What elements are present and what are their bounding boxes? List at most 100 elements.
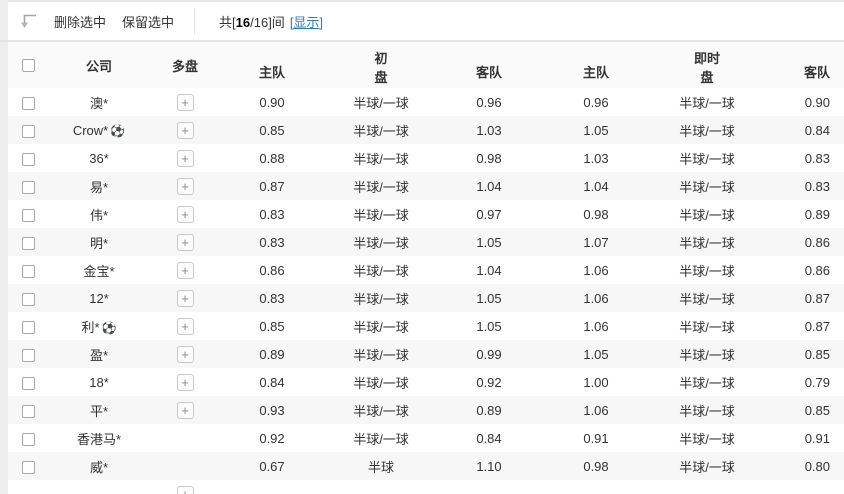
initial-handicap: 半球/一球 [324, 424, 438, 452]
live-home-odds: 1.06 [540, 312, 652, 340]
count-shown: 16 [236, 15, 250, 30]
company-name: 金宝* [83, 264, 114, 279]
initial-away-odds: 1.04 [438, 172, 540, 200]
row-checkbox[interactable] [22, 405, 35, 418]
row-checkbox[interactable] [22, 237, 35, 250]
table-row: 易* + 0.87 半球/一球 1.04 1.04 半球/一球 0.83 [8, 172, 844, 200]
live-home-odds: 1.06 [540, 396, 652, 424]
table-row: 平* + 0.93 半球/一球 0.89 1.06 半球/一球 0.85 [8, 396, 844, 424]
show-link[interactable]: [显示] [290, 15, 323, 30]
initial-home-odds: 0.86 [220, 256, 324, 284]
initial-home-odds: 0.67 [220, 452, 324, 480]
initial-away-odds: 1.05 [438, 228, 540, 256]
row-checkbox[interactable] [22, 293, 35, 306]
initial-away-odds: 0.92 [438, 368, 540, 396]
live-home-odds: 1.05 [540, 340, 652, 368]
initial-handicap: 半球/一球 [324, 396, 438, 424]
company-name: 18* [89, 375, 109, 390]
keep-selected-button[interactable]: 保留选中 [122, 12, 174, 31]
expand-button[interactable]: + [177, 150, 194, 167]
expand-button[interactable]: + [177, 206, 194, 223]
company-cell: 盈* [48, 340, 150, 368]
initial-home-odds: 0.90 [220, 88, 324, 116]
initial-away-odds: 1.05 [438, 284, 540, 312]
expand-button[interactable]: + [177, 178, 194, 195]
initial-away-odds: 1.05 [438, 312, 540, 340]
live-handicap: 半球/一球 [652, 424, 762, 452]
row-checkbox[interactable] [22, 209, 35, 222]
live-away-odds: 0.84 [762, 116, 844, 144]
company-name: 12* [89, 291, 109, 306]
company-name: 伟* [90, 208, 108, 223]
row-checkbox[interactable] [22, 265, 35, 278]
expand-button[interactable]: + [177, 262, 194, 279]
live-away-odds [762, 480, 844, 494]
row-checkbox[interactable] [22, 433, 35, 446]
row-checkbox[interactable] [22, 377, 35, 390]
multi-odds-header: 多盘 [172, 56, 198, 75]
initial-away-odds: 0.98 [438, 144, 540, 172]
live-handicap: 半球/一球 [652, 340, 762, 368]
company-cell: 威* [48, 452, 150, 480]
live-handicap: 半球/一球 [652, 452, 762, 480]
expand-button[interactable]: + [177, 346, 194, 363]
odds-table-body: 澳* + 0.90 半球/一球 0.96 0.96 半球/一球 0.90 Cro… [8, 88, 844, 494]
company-name: 易* [90, 180, 108, 195]
live-home-odds [540, 480, 652, 494]
expand-button[interactable]: + [177, 374, 194, 391]
live-home-odds: 0.91 [540, 424, 652, 452]
live-away-odds: 0.91 [762, 424, 844, 452]
selection-toolbar: 删除选中 保留选中 共[16/16]间 [显示] [8, 2, 844, 40]
expand-button[interactable]: + [177, 290, 194, 307]
company-cell [48, 480, 150, 494]
count-rest: /16]间 [250, 15, 285, 30]
initial-home-odds [220, 480, 324, 494]
initial-home-odds: 0.83 [220, 228, 324, 256]
initial-handicap: 半球/一球 [324, 228, 438, 256]
row-checkbox[interactable] [22, 153, 35, 166]
row-checkbox[interactable] [22, 461, 35, 474]
live-away-odds: 0.87 [762, 284, 844, 312]
initial-handicap: 半球/一球 [324, 256, 438, 284]
live-home-odds: 0.98 [540, 200, 652, 228]
table-row: 18* + 0.84 半球/一球 0.92 1.00 半球/一球 0.79 [8, 368, 844, 396]
initial-home-odds: 0.85 [220, 312, 324, 340]
expand-button[interactable]: + [177, 318, 194, 335]
live-away-odds: 0.89 [762, 200, 844, 228]
expand-button[interactable]: + [177, 234, 194, 251]
live-home-odds: 1.07 [540, 228, 652, 256]
row-checkbox[interactable] [22, 125, 35, 138]
expand-button[interactable]: + [177, 402, 194, 419]
initial-home-odds: 0.83 [220, 284, 324, 312]
initial-handicap: 半球/一球 [324, 116, 438, 144]
table-row: 利*⚽ + 0.85 半球/一球 1.05 1.06 半球/一球 0.87 [8, 312, 844, 340]
company-cell: 利*⚽ [48, 312, 150, 340]
initial-away-odds [438, 480, 540, 494]
count-prefix: 共[ [219, 15, 236, 30]
live-away-odds: 0.80 [762, 452, 844, 480]
live-home-odds: 0.96 [540, 88, 652, 116]
row-checkbox[interactable] [22, 97, 35, 110]
soccer-ball-icon: ⚽ [110, 124, 125, 138]
live-away-odds: 0.83 [762, 172, 844, 200]
company-cell: 18* [48, 368, 150, 396]
live-home-odds: 1.05 [540, 116, 652, 144]
corner-arrow-down-icon [18, 12, 38, 30]
company-cell: 平* [48, 396, 150, 424]
delete-selected-button[interactable]: 删除选中 [54, 12, 106, 31]
initial-away-odds: 0.97 [438, 200, 540, 228]
select-all-checkbox[interactable] [22, 59, 35, 72]
initial-handicap: 半球/一球 [324, 312, 438, 340]
company-cell: 香港马* [48, 424, 150, 452]
row-checkbox[interactable] [22, 321, 35, 334]
row-checkbox[interactable] [22, 181, 35, 194]
expand-button[interactable]: + [177, 122, 194, 139]
company-cell: 12* [48, 284, 150, 312]
expand-button[interactable]: + [177, 486, 194, 494]
live-handicap: 半球/一球 [652, 396, 762, 424]
row-checkbox[interactable] [22, 349, 35, 362]
live-handicap: 半球/一球 [652, 172, 762, 200]
live-handicap: 半球/一球 [652, 116, 762, 144]
live-handicap: 半球/一球 [652, 284, 762, 312]
expand-button[interactable]: + [177, 94, 194, 111]
